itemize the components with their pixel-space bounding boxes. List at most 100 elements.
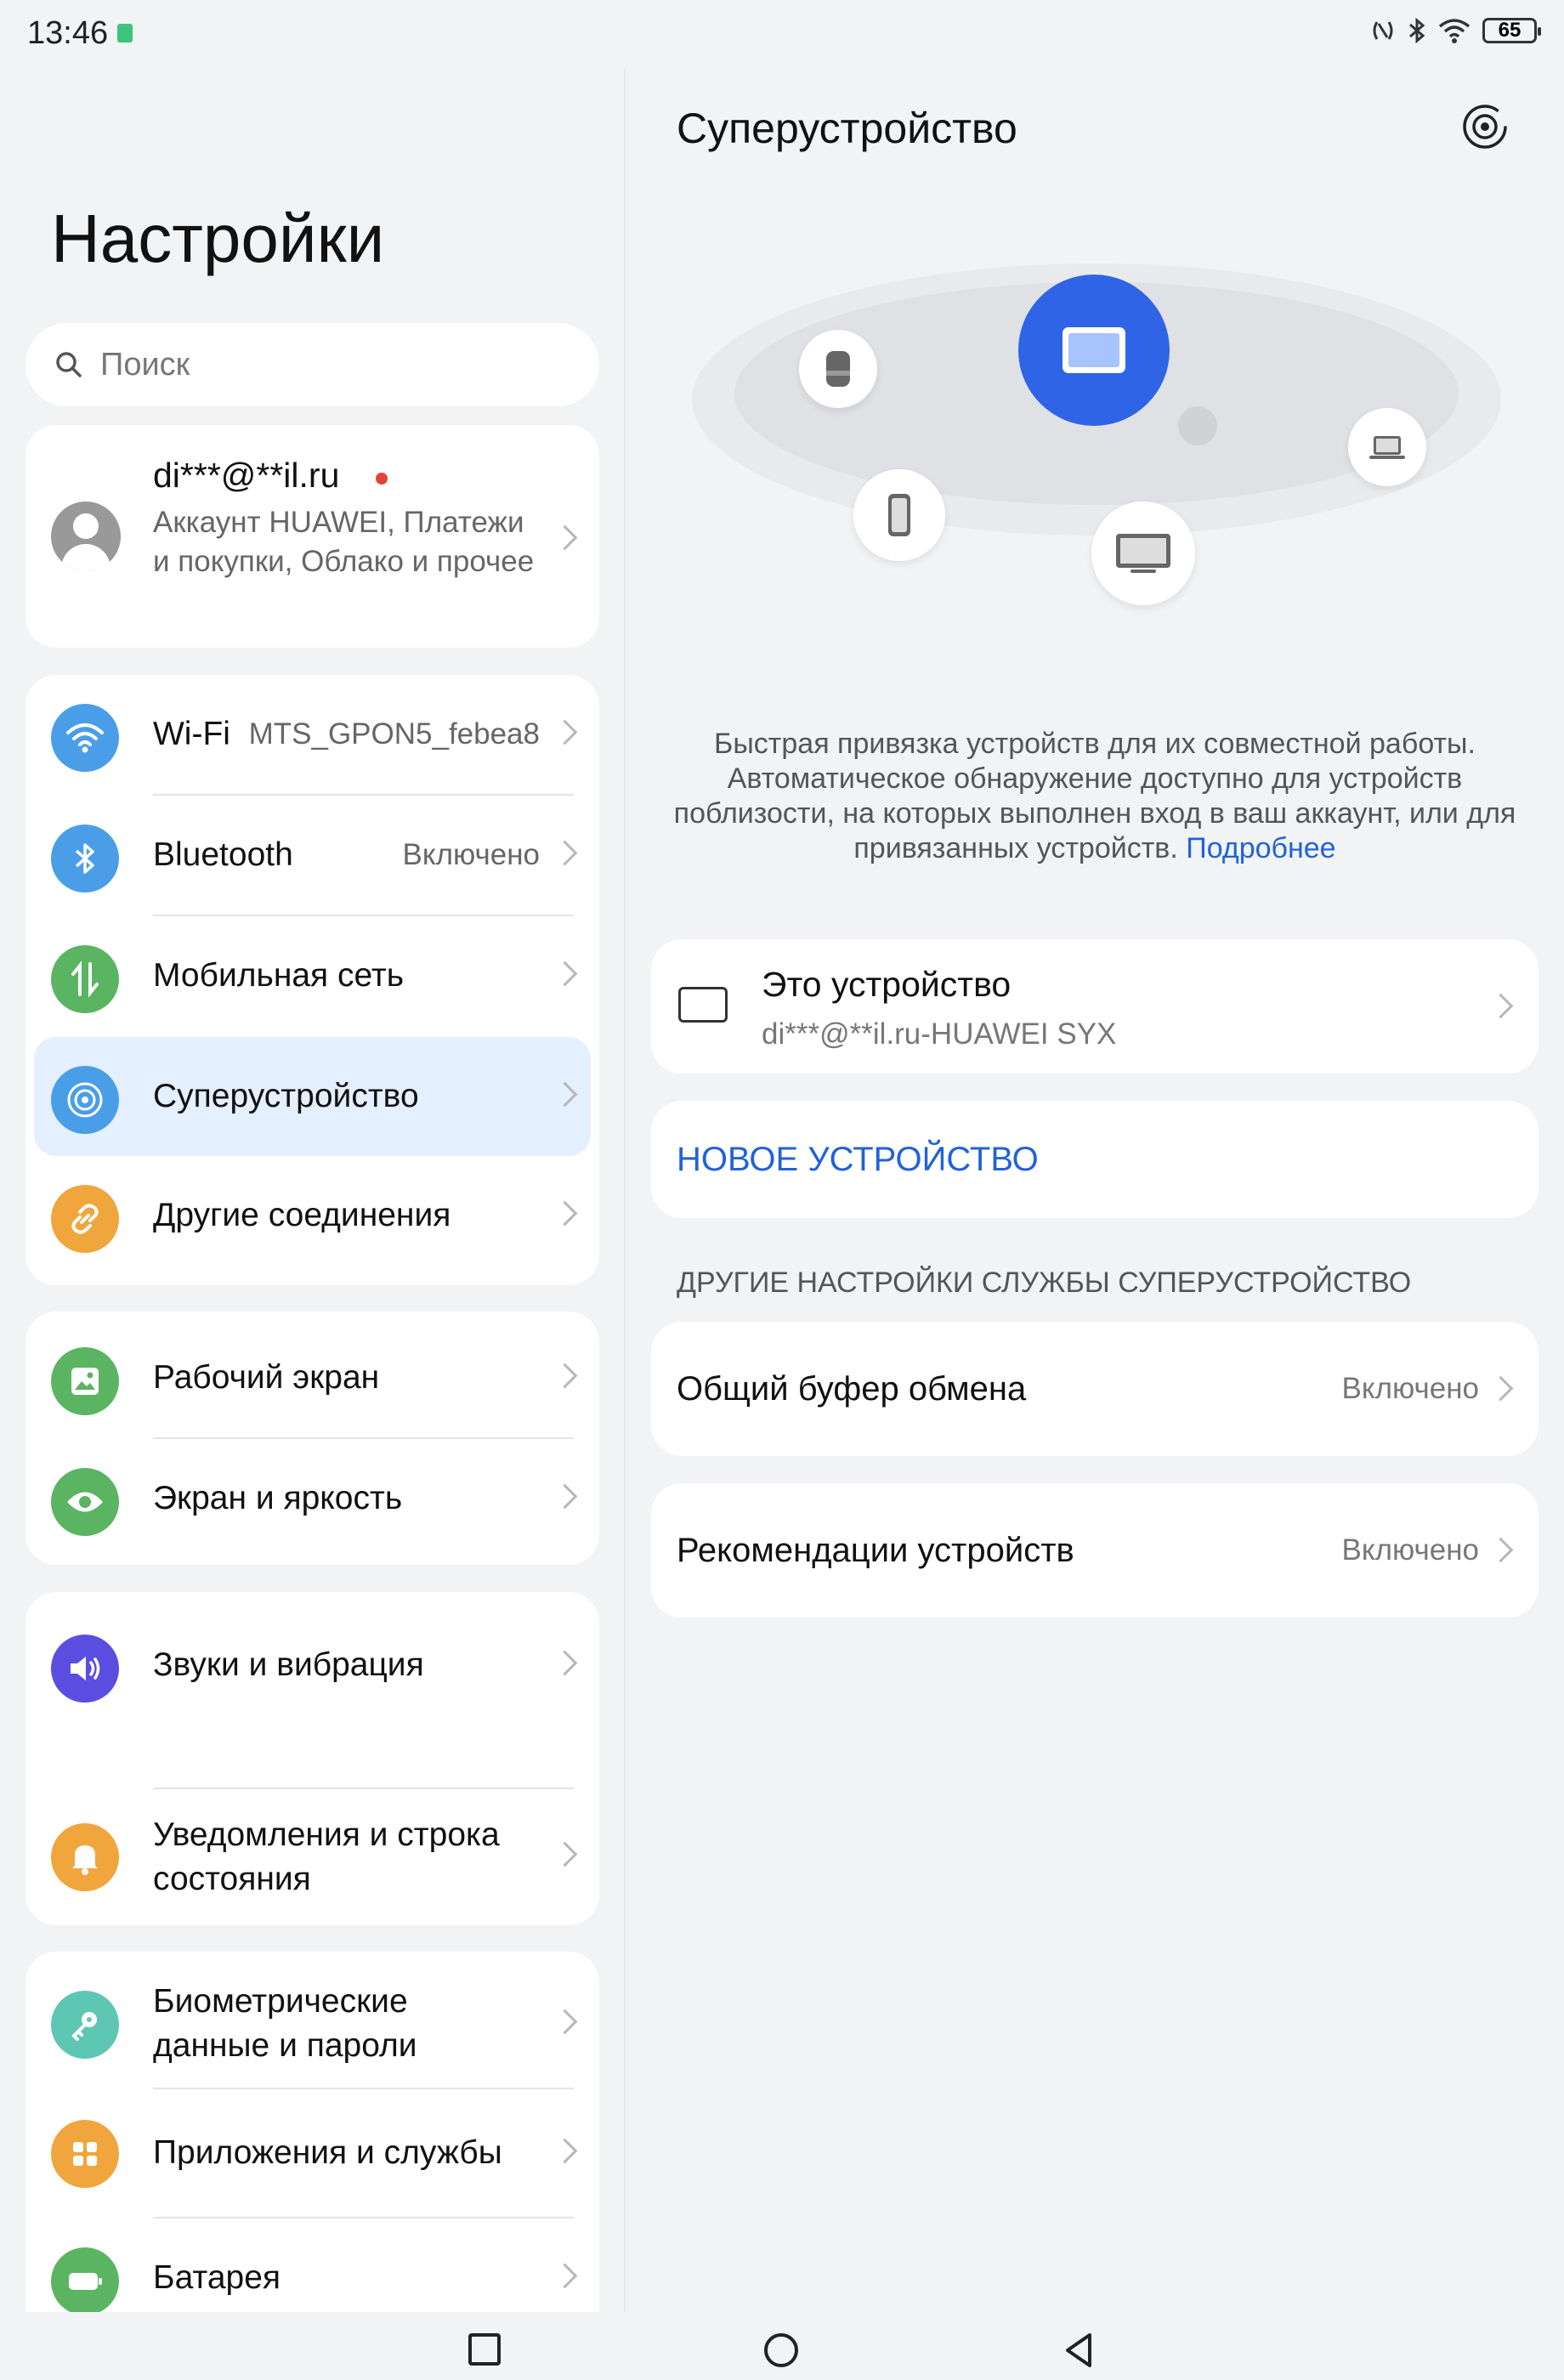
setting-label: Общий буфер обмена xyxy=(677,1369,1027,1408)
display-group: Рабочий экран Экран и яркость xyxy=(26,1312,599,1565)
chevron-right-icon xyxy=(552,1200,578,1227)
settings-item-mobile-network[interactable]: Мобильная сеть xyxy=(26,916,599,1035)
chevron-right-icon xyxy=(552,1363,578,1389)
settings-item-apps[interactable]: Приложения и службы xyxy=(26,2089,599,2217)
settings-item-bluetooth[interactable]: Bluetooth Включено xyxy=(26,796,599,915)
sound-icon xyxy=(51,1635,119,1703)
settings-item-label: Мобильная сеть xyxy=(153,957,405,994)
chevron-right-icon xyxy=(552,960,578,987)
chevron-right-icon xyxy=(552,1841,578,1867)
battery-status: 65 xyxy=(1482,18,1541,43)
settings-item-label: Звуки и вибрация xyxy=(153,1646,424,1683)
search-icon xyxy=(56,352,82,377)
chevron-right-icon xyxy=(552,719,578,745)
settings-item-label: Биометрические данные и пароли xyxy=(153,1983,417,2064)
bluetooth-icon xyxy=(51,824,119,892)
battery-icon xyxy=(51,2247,119,2312)
connections-group: Wi-Fi MTS_GPON5_febea8 Bluetooth Включен… xyxy=(26,675,599,1285)
this-device-card[interactable]: Это устройство di***@**il.ru-HUAWEI SYX xyxy=(651,939,1538,1074)
superdevice-pane: Суперустройство Быстрая привязка устройс… xyxy=(626,68,1564,2312)
chevron-right-icon xyxy=(552,524,578,551)
phone-device-icon[interactable] xyxy=(853,469,945,561)
settings-item-value: Включено xyxy=(402,838,540,871)
settings-item-label: Другие соединения xyxy=(153,1197,451,1233)
account-email: di***@**il.ru xyxy=(153,456,340,495)
chevron-right-icon xyxy=(1488,993,1514,1019)
settings-item-value: MTS_GPON5_febea8 xyxy=(248,717,540,751)
account-card[interactable]: di***@**il.ru Аккаунт HUAWEI, Платежи и … xyxy=(26,425,599,648)
chevron-right-icon xyxy=(552,2263,578,2289)
chevron-right-icon xyxy=(552,1081,578,1108)
settings-item-label: Экран и яркость xyxy=(153,1480,403,1516)
settings-item-other-connections[interactable]: Другие соединения xyxy=(26,1156,599,1275)
settings-item-label: Рабочий экран xyxy=(153,1359,380,1396)
apps-icon xyxy=(51,2120,119,2188)
superdevice-settings-icon[interactable] xyxy=(1460,102,1510,151)
shared-clipboard-setting[interactable]: Общий буфер обмена Включено xyxy=(651,1322,1538,1456)
setting-value: Включено xyxy=(1341,1372,1479,1405)
settings-item-notifications[interactable]: Уведомления и строка состояния xyxy=(26,1789,599,1925)
new-device-button[interactable]: НОВОЕ УСТРОЙСТВО xyxy=(651,1101,1538,1218)
current-device-tablet-icon[interactable] xyxy=(1018,275,1170,426)
bell-icon xyxy=(51,1823,119,1891)
avatar xyxy=(51,502,121,571)
settings-item-superdevice[interactable]: Суперустройство xyxy=(34,1037,591,1156)
device-recommendations-setting[interactable]: Рекомендации устройств Включено xyxy=(651,1483,1538,1618)
recents-button[interactable] xyxy=(466,2331,503,2368)
settings-item-battery[interactable]: Батарея xyxy=(26,2218,599,2312)
tablet-icon xyxy=(678,987,728,1023)
security-apps-group: Биометрические данные и пароли Приложени… xyxy=(26,1952,599,2312)
section-header: ДРУГИЕ НАСТРОЙКИ СЛУЖБЫ СУПЕРУСТРОЙСТВО xyxy=(677,1266,1412,1299)
settings-item-label: Wi-Fi xyxy=(153,716,230,752)
account-description: Аккаунт HUAWEI, Платежи и покупки, Облак… xyxy=(153,506,535,578)
chevron-right-icon xyxy=(552,840,578,866)
settings-item-label: Уведомления и строка состояния xyxy=(153,1816,500,1897)
setting-value: Включено xyxy=(1341,1533,1479,1567)
home-button[interactable] xyxy=(762,2331,801,2370)
eye-icon xyxy=(51,1468,119,1536)
superdevice-icon xyxy=(51,1066,119,1134)
page-title: Суперустройство xyxy=(677,105,1017,152)
home-screen-icon xyxy=(51,1347,119,1415)
notification-icon xyxy=(117,24,133,42)
chevron-right-icon xyxy=(1488,1375,1514,1402)
settings-item-label: Суперустройство xyxy=(153,1078,419,1114)
settings-item-home-screen[interactable]: Рабочий экран xyxy=(26,1318,599,1437)
settings-list-pane: Настройки Поиск di***@**il.ru Аккаунт HU… xyxy=(0,68,624,2312)
wifi-icon xyxy=(51,704,119,772)
chevron-right-icon xyxy=(1488,1537,1514,1563)
chevron-right-icon xyxy=(552,1650,578,1676)
settings-item-label: Bluetooth xyxy=(153,836,293,873)
setting-label: Рекомендации устройств xyxy=(677,1531,1074,1569)
laptop-device-icon[interactable] xyxy=(1348,408,1426,486)
page-title: Настройки xyxy=(51,201,385,276)
search-placeholder: Поиск xyxy=(100,346,190,382)
wifi-status-icon xyxy=(1438,19,1470,43)
this-device-subtitle: di***@**il.ru-HUAWEI SYX xyxy=(762,1017,1117,1051)
status-time: 13:46 xyxy=(27,15,109,51)
bluetooth-status-icon xyxy=(1409,17,1425,44)
chevron-right-icon xyxy=(552,1483,578,1510)
navigation-bar xyxy=(0,2312,1564,2380)
speaker-device-icon[interactable] xyxy=(799,330,877,408)
settings-item-display-brightness[interactable]: Экран и яркость xyxy=(26,1439,599,1558)
link-icon xyxy=(51,1185,119,1253)
mobile-network-icon xyxy=(51,945,119,1013)
learn-more-link[interactable]: Подробнее xyxy=(1186,832,1335,864)
notification-dot xyxy=(376,473,388,484)
settings-item-biometrics[interactable]: Биометрические данные и пароли xyxy=(26,1960,599,2088)
sound-notification-group: Звуки и вибрация Уведомления и строка со… xyxy=(26,1592,599,1925)
key-icon xyxy=(51,1991,119,2059)
chevron-right-icon xyxy=(552,2009,578,2035)
back-button[interactable] xyxy=(1061,2331,1098,2370)
tv-device-icon[interactable] xyxy=(1091,502,1195,605)
settings-item-label: Приложения и службы xyxy=(153,2134,502,2171)
search-input[interactable]: Поиск xyxy=(26,323,599,406)
settings-item-label: Батарея xyxy=(153,2259,281,2296)
settings-item-wifi[interactable]: Wi-Fi MTS_GPON5_febea8 xyxy=(26,675,599,794)
settings-item-sounds[interactable]: Звуки и вибрация xyxy=(26,1606,599,1725)
chevron-right-icon xyxy=(552,2138,578,2164)
this-device-title: Это устройство xyxy=(762,965,1012,1004)
status-bar: 13:46 65 xyxy=(0,0,1564,68)
superdevice-description: Быстрая привязка устройств для их совмес… xyxy=(673,728,1516,864)
